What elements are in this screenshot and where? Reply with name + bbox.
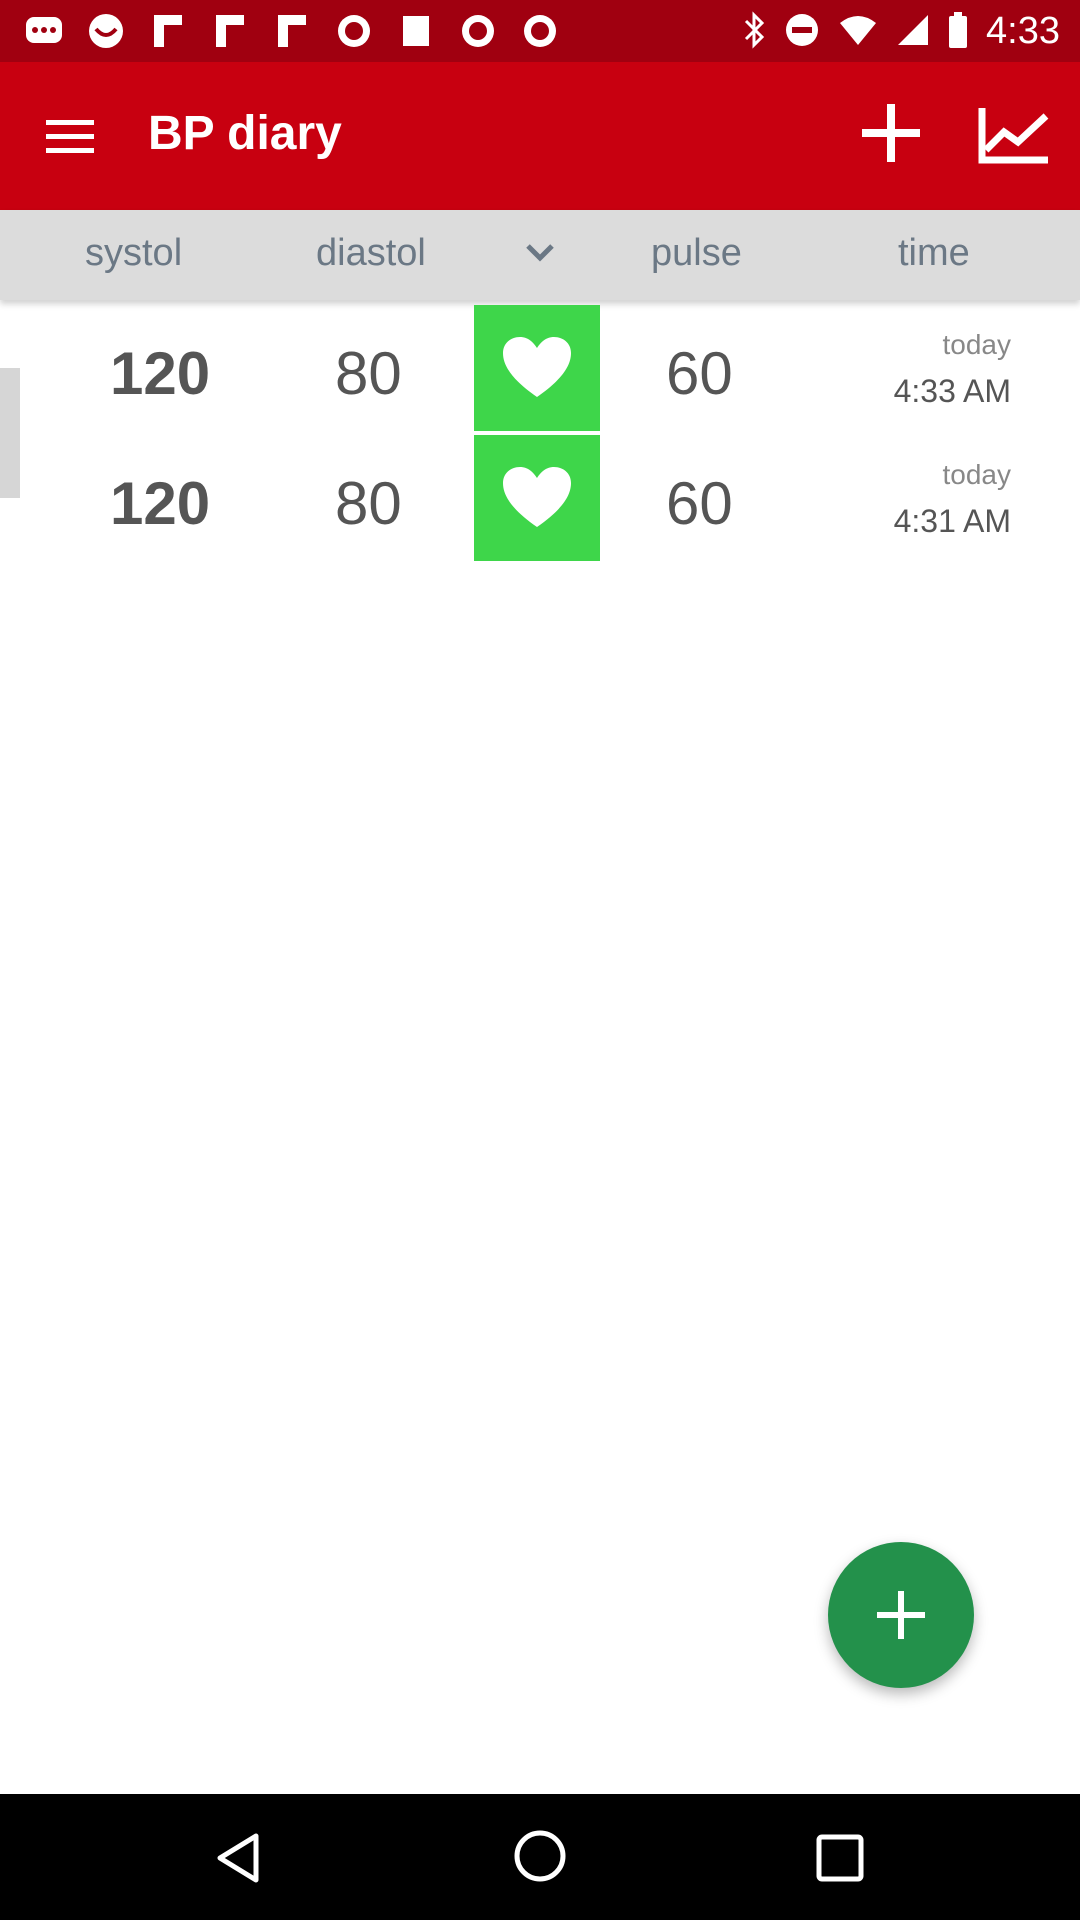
flipboard-icon	[272, 12, 312, 50]
heart-icon	[503, 337, 571, 397]
back-button[interactable]	[212, 1830, 268, 1886]
table-row[interactable]: 120 80 60 today 4:31 AM	[0, 435, 1080, 561]
app-bar: BP diary	[0, 62, 1080, 210]
status-bar-notifications	[24, 12, 560, 50]
signal-icon	[896, 13, 930, 51]
column-header: systol diastol pulse time	[0, 210, 1080, 300]
diastol-value: 80	[335, 340, 402, 407]
menu-icon	[46, 120, 94, 153]
recent-apps-button[interactable]	[814, 1832, 866, 1884]
add-fab-button[interactable]	[828, 1542, 974, 1688]
chevron-down-icon[interactable]	[522, 238, 558, 268]
home-button[interactable]	[512, 1828, 568, 1884]
heart-icon	[503, 467, 571, 527]
status-badge	[474, 435, 600, 561]
flipboard-icon	[210, 12, 250, 50]
back-icon	[217, 1833, 259, 1883]
diastol-value: 80	[335, 470, 402, 537]
chart-button[interactable]	[976, 102, 1052, 168]
flipboard-icon	[148, 12, 188, 50]
recent-apps-icon	[816, 1834, 864, 1882]
menu-button[interactable]	[40, 112, 100, 162]
add-entry-button[interactable]	[858, 100, 924, 166]
square-icon	[396, 12, 436, 50]
table-row[interactable]: 120 80 60 today 4:33 AM	[0, 305, 1080, 431]
notification-icon	[86, 12, 126, 50]
plus-icon	[862, 104, 920, 162]
date-label: today	[942, 459, 1012, 490]
wifi-icon	[838, 13, 878, 51]
page-title: BP diary	[148, 107, 342, 160]
time-value: 4:33 AM	[893, 373, 1011, 409]
status-bar-system: 4:33	[742, 10, 1060, 53]
time-value: 4:31 AM	[893, 503, 1011, 539]
systol-value: 120	[110, 340, 211, 407]
abc13-icon	[458, 12, 498, 50]
navigation-bar	[0, 1794, 1080, 1920]
status-badge	[474, 305, 600, 431]
plus-icon	[877, 1591, 925, 1639]
bluetooth-icon	[742, 10, 766, 53]
pulse-value: 60	[666, 470, 733, 537]
battery-icon	[948, 11, 968, 53]
status-time: 4:33	[986, 10, 1060, 52]
column-systol[interactable]: systol	[85, 232, 182, 275]
abc13-icon	[334, 12, 374, 50]
pulse-value: 60	[666, 340, 733, 407]
messaging-icon	[24, 12, 64, 50]
do-not-disturb-icon	[784, 12, 820, 52]
systol-value: 120	[110, 470, 211, 537]
status-bar: 4:33	[0, 0, 1080, 62]
column-pulse[interactable]: pulse	[651, 232, 742, 275]
date-label: today	[942, 329, 1012, 360]
column-diastol[interactable]: diastol	[316, 232, 426, 275]
column-time[interactable]: time	[898, 232, 970, 275]
chart-line-icon	[978, 108, 1049, 164]
home-icon	[514, 1830, 566, 1882]
abc13-icon	[520, 12, 560, 50]
